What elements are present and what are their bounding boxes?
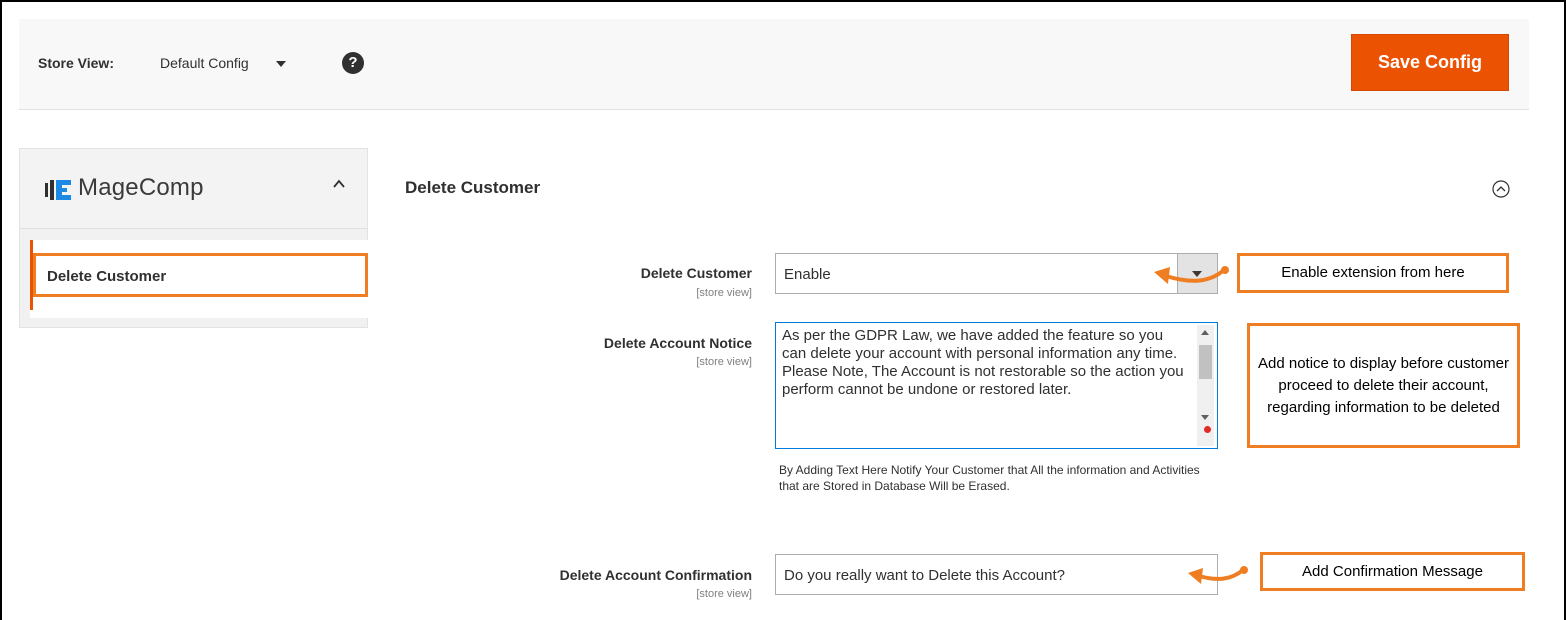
sidebar-item-label: Delete Customer <box>47 268 167 285</box>
screenshot-frame: Store View: Default Config ? Save Config… <box>0 0 1566 620</box>
store-view-switcher[interactable]: Default Config <box>160 55 249 71</box>
delete-account-notice-textarea[interactable]: As per the GDPR Law, we have added the f… <box>775 322 1218 449</box>
chevron-up-icon[interactable] <box>332 177 346 191</box>
question-circle-icon[interactable]: ? <box>342 52 364 74</box>
save-config-button[interactable]: Save Config <box>1351 34 1509 91</box>
callout-enable: Enable extension from here <box>1237 253 1509 293</box>
sidebar-item-delete-customer[interactable]: Delete Customer <box>30 240 369 318</box>
textarea-scrollbar[interactable] <box>1197 325 1214 446</box>
scroll-down-icon[interactable] <box>1201 415 1209 420</box>
field-comment: By Adding Text Here Notify Your Customer… <box>779 463 1200 493</box>
field-label-delete-account-confirmation: Delete Account Confirmation <box>559 567 752 583</box>
scroll-up-icon[interactable] <box>1201 330 1209 335</box>
arrow-left-icon <box>1154 266 1229 284</box>
callout-notice: Add notice to display before customer pr… <box>1247 323 1520 448</box>
textarea-value: As per the GDPR Law, we have added the f… <box>782 327 1184 398</box>
scroll-thumb[interactable] <box>1199 345 1212 379</box>
collapse-circle-icon[interactable] <box>1492 180 1510 198</box>
field-scope: [store view] <box>696 356 752 368</box>
magecomp-logo-icon <box>45 180 71 200</box>
section-title[interactable]: Delete Customer <box>405 178 540 198</box>
delete-account-confirmation-input[interactable]: Do you really want to Delete this Accoun… <box>775 554 1218 595</box>
page-actions-bar: Store View: Default Config ? Save Config <box>19 19 1529 110</box>
resize-dot-icon <box>1204 426 1211 433</box>
config-sidebar: MageComp Delete Customer <box>19 148 369 328</box>
caret-down-icon[interactable] <box>276 61 286 67</box>
input-value: Do you really want to Delete this Accoun… <box>784 567 1065 584</box>
sidebar-group-magecomp[interactable]: MageComp <box>20 149 367 229</box>
sidebar-brand: MageComp <box>78 174 204 201</box>
callout-confirmation: Add Confirmation Message <box>1260 552 1525 591</box>
select-value: Enable <box>784 266 831 283</box>
field-label-delete-account-notice: Delete Account Notice <box>603 335 752 351</box>
store-view-label: Store View: <box>38 55 114 71</box>
field-label-delete-customer: Delete Customer <box>640 265 752 281</box>
field-scope: [store view] <box>696 287 752 299</box>
field-scope: [store view] <box>696 588 752 600</box>
arrow-left-icon <box>1188 566 1248 584</box>
